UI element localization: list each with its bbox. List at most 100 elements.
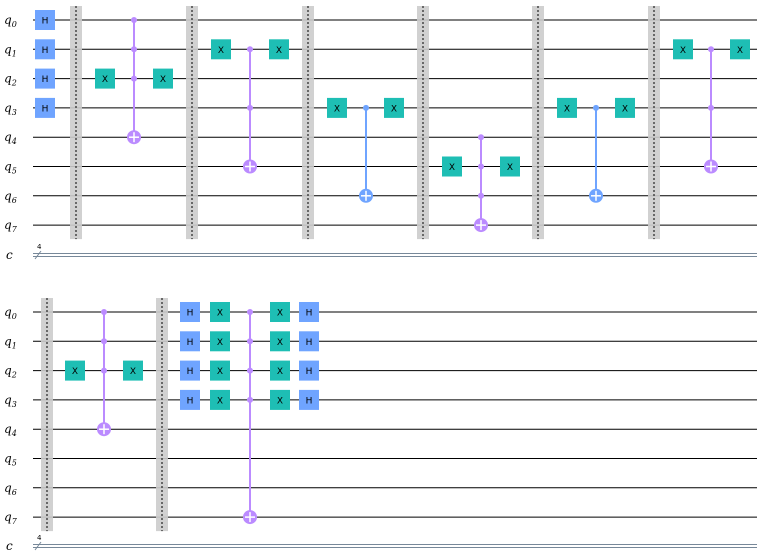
hadamard-gate: H bbox=[35, 97, 55, 118]
x-gate: X bbox=[442, 156, 462, 177]
qubit-label: q1 bbox=[4, 334, 17, 350]
x-gate: X bbox=[615, 97, 635, 118]
gate-label: X bbox=[622, 104, 628, 114]
x-gate: X bbox=[673, 39, 693, 60]
gate-label: X bbox=[564, 104, 570, 114]
gate-label: H bbox=[187, 396, 194, 406]
x-gate: X bbox=[270, 302, 290, 322]
control-dot bbox=[708, 104, 714, 111]
control-dot bbox=[247, 309, 253, 315]
x-gate: X bbox=[270, 389, 290, 410]
x-gate: X bbox=[210, 302, 230, 322]
hadamard-gate: H bbox=[180, 302, 200, 322]
gate-label: H bbox=[42, 17, 49, 27]
hadamard-gate: H bbox=[299, 389, 319, 410]
classical-bundle-slash bbox=[34, 250, 42, 260]
gate-label: X bbox=[160, 75, 166, 85]
cnot-gate bbox=[589, 104, 603, 203]
qubit-label: q5 bbox=[4, 160, 17, 176]
x-gate: X bbox=[270, 331, 290, 352]
qubit-label: q5 bbox=[4, 452, 17, 468]
qubit-label: q2 bbox=[4, 72, 17, 88]
multi-controlled-x-gate bbox=[704, 46, 718, 174]
qubit-label: q0 bbox=[4, 305, 17, 321]
qubit-label: q0 bbox=[4, 13, 17, 29]
hadamard-gate: H bbox=[180, 360, 200, 381]
cnot-gate bbox=[359, 104, 373, 203]
x-gate: X bbox=[557, 97, 577, 118]
control-dot bbox=[247, 396, 253, 403]
gate-label: X bbox=[217, 338, 223, 348]
control-dot bbox=[478, 163, 484, 170]
control-dot bbox=[363, 104, 369, 111]
gate-label: X bbox=[276, 46, 282, 56]
control-dot bbox=[478, 192, 484, 199]
x-gate: X bbox=[123, 360, 143, 381]
control-dot bbox=[131, 75, 137, 82]
qubit-label: q3 bbox=[4, 101, 17, 117]
gate-label: X bbox=[737, 46, 743, 56]
qubit-label: q2 bbox=[4, 364, 17, 380]
classical-register-label: c bbox=[6, 539, 13, 553]
x-gate: X bbox=[210, 389, 230, 410]
qubit-label: q3 bbox=[4, 393, 17, 409]
classical-register-label: c bbox=[6, 248, 13, 262]
gate-label: X bbox=[72, 367, 78, 377]
multi-controlled-x-gate bbox=[97, 309, 111, 437]
gate-label: X bbox=[130, 367, 136, 377]
hadamard-gate: H bbox=[180, 389, 200, 410]
x-gate: X bbox=[95, 68, 115, 89]
control-dot bbox=[131, 17, 137, 23]
gate-label: X bbox=[391, 104, 397, 114]
x-gate: X bbox=[269, 39, 289, 60]
quantum-circuit-diagram: q0 q1 q2 q3 q4 q5 q6 q7 c 4 H H H H X X X X X X X X X X X Xq0 q1 q2… bbox=[4, 6, 757, 553]
gate-label: H bbox=[187, 367, 194, 377]
gate-label: X bbox=[217, 309, 223, 319]
x-gate: X bbox=[153, 68, 173, 89]
gate-label: H bbox=[306, 309, 313, 319]
gate-label: H bbox=[42, 46, 49, 56]
gate-label: X bbox=[218, 46, 224, 56]
gate-label: X bbox=[334, 104, 340, 114]
x-gate: X bbox=[384, 97, 404, 118]
gate-label: X bbox=[217, 367, 223, 377]
control-dot bbox=[247, 46, 253, 53]
gate-label: H bbox=[187, 309, 194, 319]
qubit-label: q4 bbox=[4, 422, 17, 438]
gate-label: X bbox=[277, 309, 283, 319]
hadamard-gate: H bbox=[299, 360, 319, 381]
x-gate: X bbox=[270, 360, 290, 381]
gate-label: X bbox=[680, 46, 686, 56]
hadamard-gate: H bbox=[180, 331, 200, 352]
circuit-row-2: q0 q1 q2 q3 q4 q5 q6 q7 c 4 X X H H H H X X X X X X X X H H H H bbox=[4, 298, 757, 553]
qubit-label: q6 bbox=[4, 481, 17, 497]
control-dot bbox=[593, 104, 599, 111]
hadamard-gate: H bbox=[299, 302, 319, 322]
control-dot bbox=[131, 46, 137, 53]
gate-label: X bbox=[217, 396, 223, 406]
classical-register-size: 4 bbox=[37, 534, 42, 542]
control-dot bbox=[478, 134, 484, 141]
classical-bundle-slash bbox=[34, 541, 42, 551]
multi-controlled-x-gate bbox=[127, 17, 141, 145]
gate-label: X bbox=[277, 338, 283, 348]
control-dot bbox=[101, 338, 107, 345]
x-gate: X bbox=[500, 156, 520, 177]
gate-label: H bbox=[306, 367, 313, 377]
x-gate: X bbox=[65, 360, 85, 381]
qubit-label: q7 bbox=[4, 510, 18, 526]
control-dot bbox=[247, 338, 253, 345]
x-gate: X bbox=[730, 39, 750, 60]
hadamard-gate: H bbox=[35, 68, 55, 89]
gate-label: H bbox=[306, 396, 313, 406]
gate-label: H bbox=[306, 338, 313, 348]
classical-register-size: 4 bbox=[37, 243, 42, 251]
qubit-label: q4 bbox=[4, 130, 17, 146]
gate-label: H bbox=[42, 75, 49, 85]
gate-label: X bbox=[507, 163, 513, 173]
gate-label: X bbox=[449, 163, 455, 173]
hadamard-gate: H bbox=[35, 39, 55, 60]
x-gate: X bbox=[210, 331, 230, 352]
qubit-label: q1 bbox=[4, 42, 17, 58]
gate-label: X bbox=[277, 367, 283, 377]
